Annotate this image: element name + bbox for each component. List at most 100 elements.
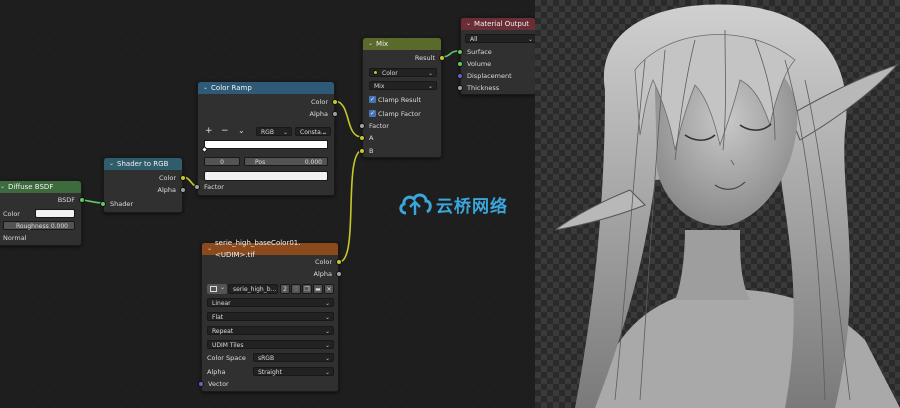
roughness-field[interactable]: Roughness 0.000 xyxy=(3,221,75,230)
node-title: Shader to RGB xyxy=(117,160,169,168)
extension-dropdown[interactable]: Repeat ⌄ xyxy=(207,326,334,335)
diffuse-bsdf-header[interactable]: ⌄ Diffuse BSDF xyxy=(0,181,81,193)
mix-node[interactable]: ⌄ Mix Result Color ⌄ Mix ⌄ ✓ Clamp Resul… xyxy=(359,37,445,158)
image-texture-header[interactable]: ⌄ serie_high_baseColor01.<UDIM>.tif xyxy=(202,239,338,259)
interpolation-dropdown[interactable]: Linear ⌄ xyxy=(207,298,334,307)
image-browse-button[interactable]: ⌄ xyxy=(207,284,227,294)
viewport-render[interactable] xyxy=(535,0,900,408)
chevron-down-icon: ⌄ xyxy=(324,355,330,362)
alpha-output-socket[interactable] xyxy=(180,187,186,193)
collapse-chevron-icon[interactable]: ⌄ xyxy=(207,243,212,255)
color-ramp-header[interactable]: ⌄ Color Ramp xyxy=(198,82,334,94)
stop-index-field[interactable]: 0 xyxy=(204,157,240,166)
volume-input-label: Volume xyxy=(467,60,492,68)
image-name-field[interactable]: serie_high_b... xyxy=(228,284,278,294)
alpha-mode-label: Alpha xyxy=(207,368,226,376)
a-input-socket[interactable] xyxy=(359,135,365,141)
interpolation-dropdown[interactable]: Consta... ⌄ xyxy=(295,127,331,136)
diffuse-bsdf-node[interactable]: ⌄ Diffuse BSDF BSDF Color Roughness 0.00… xyxy=(0,180,85,246)
collapse-chevron-icon[interactable]: ⌄ xyxy=(368,38,373,50)
color-mode-value: RGB xyxy=(261,129,274,136)
shader-to-rgb-header[interactable]: ⌄ Shader to RGB xyxy=(104,158,182,170)
stop-color-swatch[interactable] xyxy=(204,171,328,181)
collapse-chevron-icon[interactable]: ⌄ xyxy=(466,18,471,30)
collapse-chevron-icon[interactable]: ⌄ xyxy=(203,82,208,94)
watermark: 云桥网络 xyxy=(398,191,508,217)
clamp-result-checkbox[interactable]: ✓ xyxy=(369,96,376,103)
clamp-factor-checkbox[interactable]: ✓ xyxy=(369,110,376,117)
image-name-value: serie_high_b... xyxy=(233,286,277,293)
node-editor[interactable]: ⌄ Diffuse BSDF BSDF Color Roughness 0.00… xyxy=(0,0,535,408)
blend-mode-value: Mix xyxy=(374,83,385,90)
projection-dropdown[interactable]: Flat ⌄ xyxy=(207,312,334,321)
mix-header[interactable]: ⌄ Mix xyxy=(363,38,441,50)
shader-input-socket[interactable] xyxy=(100,201,106,207)
stop-position-field[interactable]: Pos 0.000 xyxy=(244,157,328,166)
add-stop-button[interactable]: + xyxy=(205,126,213,136)
node-title: Diffuse BSDF xyxy=(8,183,54,191)
factor-input-socket[interactable] xyxy=(194,184,200,190)
color-space-dropdown[interactable]: sRGB ⌄ xyxy=(253,353,334,362)
remove-stop-button[interactable]: − xyxy=(221,126,229,136)
material-output-header[interactable]: ⌄ Material Output xyxy=(461,18,535,30)
color-swatch[interactable] xyxy=(35,209,75,218)
a-input-label: A xyxy=(369,134,374,142)
roughness-label: Roughness xyxy=(16,223,49,230)
close-icon: ✕ xyxy=(326,286,332,293)
blend-mode-dropdown[interactable]: Mix ⌄ xyxy=(369,81,437,90)
chevron-down-icon: ⌄ xyxy=(219,284,225,291)
color-output-socket[interactable] xyxy=(180,175,186,181)
image-texture-node[interactable]: ⌄ serie_high_baseColor01.<UDIM>.tif Colo… xyxy=(198,239,342,392)
volume-input-socket[interactable] xyxy=(457,61,463,67)
surface-input-socket[interactable] xyxy=(457,49,463,55)
color-mode-dropdown[interactable]: RGB ⌄ xyxy=(256,127,292,136)
target-dropdown[interactable]: All ⌄ xyxy=(465,34,535,43)
chevron-down-icon: ⌄ xyxy=(324,328,330,335)
data-type-dropdown[interactable]: Color ⌄ xyxy=(369,68,437,77)
link-ramp-color-to-mix-a xyxy=(333,100,363,138)
unlink-image-button[interactable]: ✕ xyxy=(324,284,334,294)
extension-value: Repeat xyxy=(212,328,234,335)
new-image-button[interactable]: ❐ xyxy=(302,284,312,294)
open-image-button[interactable]: ▬ xyxy=(313,284,323,294)
color-output-socket[interactable] xyxy=(332,99,338,105)
image-icon xyxy=(210,286,217,292)
alpha-mode-value: Straight xyxy=(258,369,282,376)
displacement-input-socket[interactable] xyxy=(457,73,463,79)
alpha-output-socket[interactable] xyxy=(332,111,338,117)
clamp-result-label: Clamp Result xyxy=(378,96,421,104)
image-users-count[interactable]: 2 xyxy=(280,284,290,294)
color-space-value: sRGB xyxy=(258,355,275,362)
chevron-down-icon: ⌄ xyxy=(427,70,433,77)
chevron-down-icon: ⌄ xyxy=(527,36,533,43)
image-users-value: 2 xyxy=(283,286,287,293)
b-input-label: B xyxy=(369,147,374,155)
collapse-chevron-icon[interactable]: ⌄ xyxy=(0,181,5,193)
b-input-socket[interactable] xyxy=(359,148,365,154)
ramp-gradient[interactable] xyxy=(204,140,328,149)
shader-to-rgb-node[interactable]: ⌄ Shader to RGB Color Alpha Shader xyxy=(100,157,186,213)
stop-position-value: 0.000 xyxy=(304,159,322,166)
factor-input-socket[interactable] xyxy=(359,123,365,129)
alpha-mode-dropdown[interactable]: Straight ⌄ xyxy=(253,367,334,376)
factor-input-label: Factor xyxy=(369,122,389,130)
result-output-socket[interactable] xyxy=(439,55,445,61)
surface-input-label: Surface xyxy=(467,48,492,56)
fake-user-button[interactable]: ♡ xyxy=(291,284,301,294)
alpha-output-socket[interactable] xyxy=(336,271,342,277)
target-value: All xyxy=(470,36,478,43)
collapse-chevron-icon[interactable]: ⌄ xyxy=(109,158,114,170)
source-value: UDIM Tiles xyxy=(212,342,244,349)
vector-input-socket[interactable] xyxy=(198,381,204,387)
cloud-logo-icon xyxy=(399,193,432,215)
ramp-menu-button[interactable]: ⌄ xyxy=(238,126,245,135)
color-ramp-node[interactable]: ⌄ Color Ramp Color Alpha + − ⌄ RGB ⌄ Con… xyxy=(194,81,338,196)
source-dropdown[interactable]: UDIM Tiles ⌄ xyxy=(207,340,334,349)
thickness-input-socket[interactable] xyxy=(457,85,463,91)
duplicate-icon: ❐ xyxy=(304,286,310,293)
roughness-value: 0.000 xyxy=(50,223,68,230)
displacement-input-label: Displacement xyxy=(467,72,512,80)
color-output-socket[interactable] xyxy=(336,259,342,265)
bsdf-output-socket[interactable] xyxy=(79,197,85,203)
material-output-node[interactable]: ⌄ Material Output All ⌄ Surface Volume D… xyxy=(457,17,535,95)
